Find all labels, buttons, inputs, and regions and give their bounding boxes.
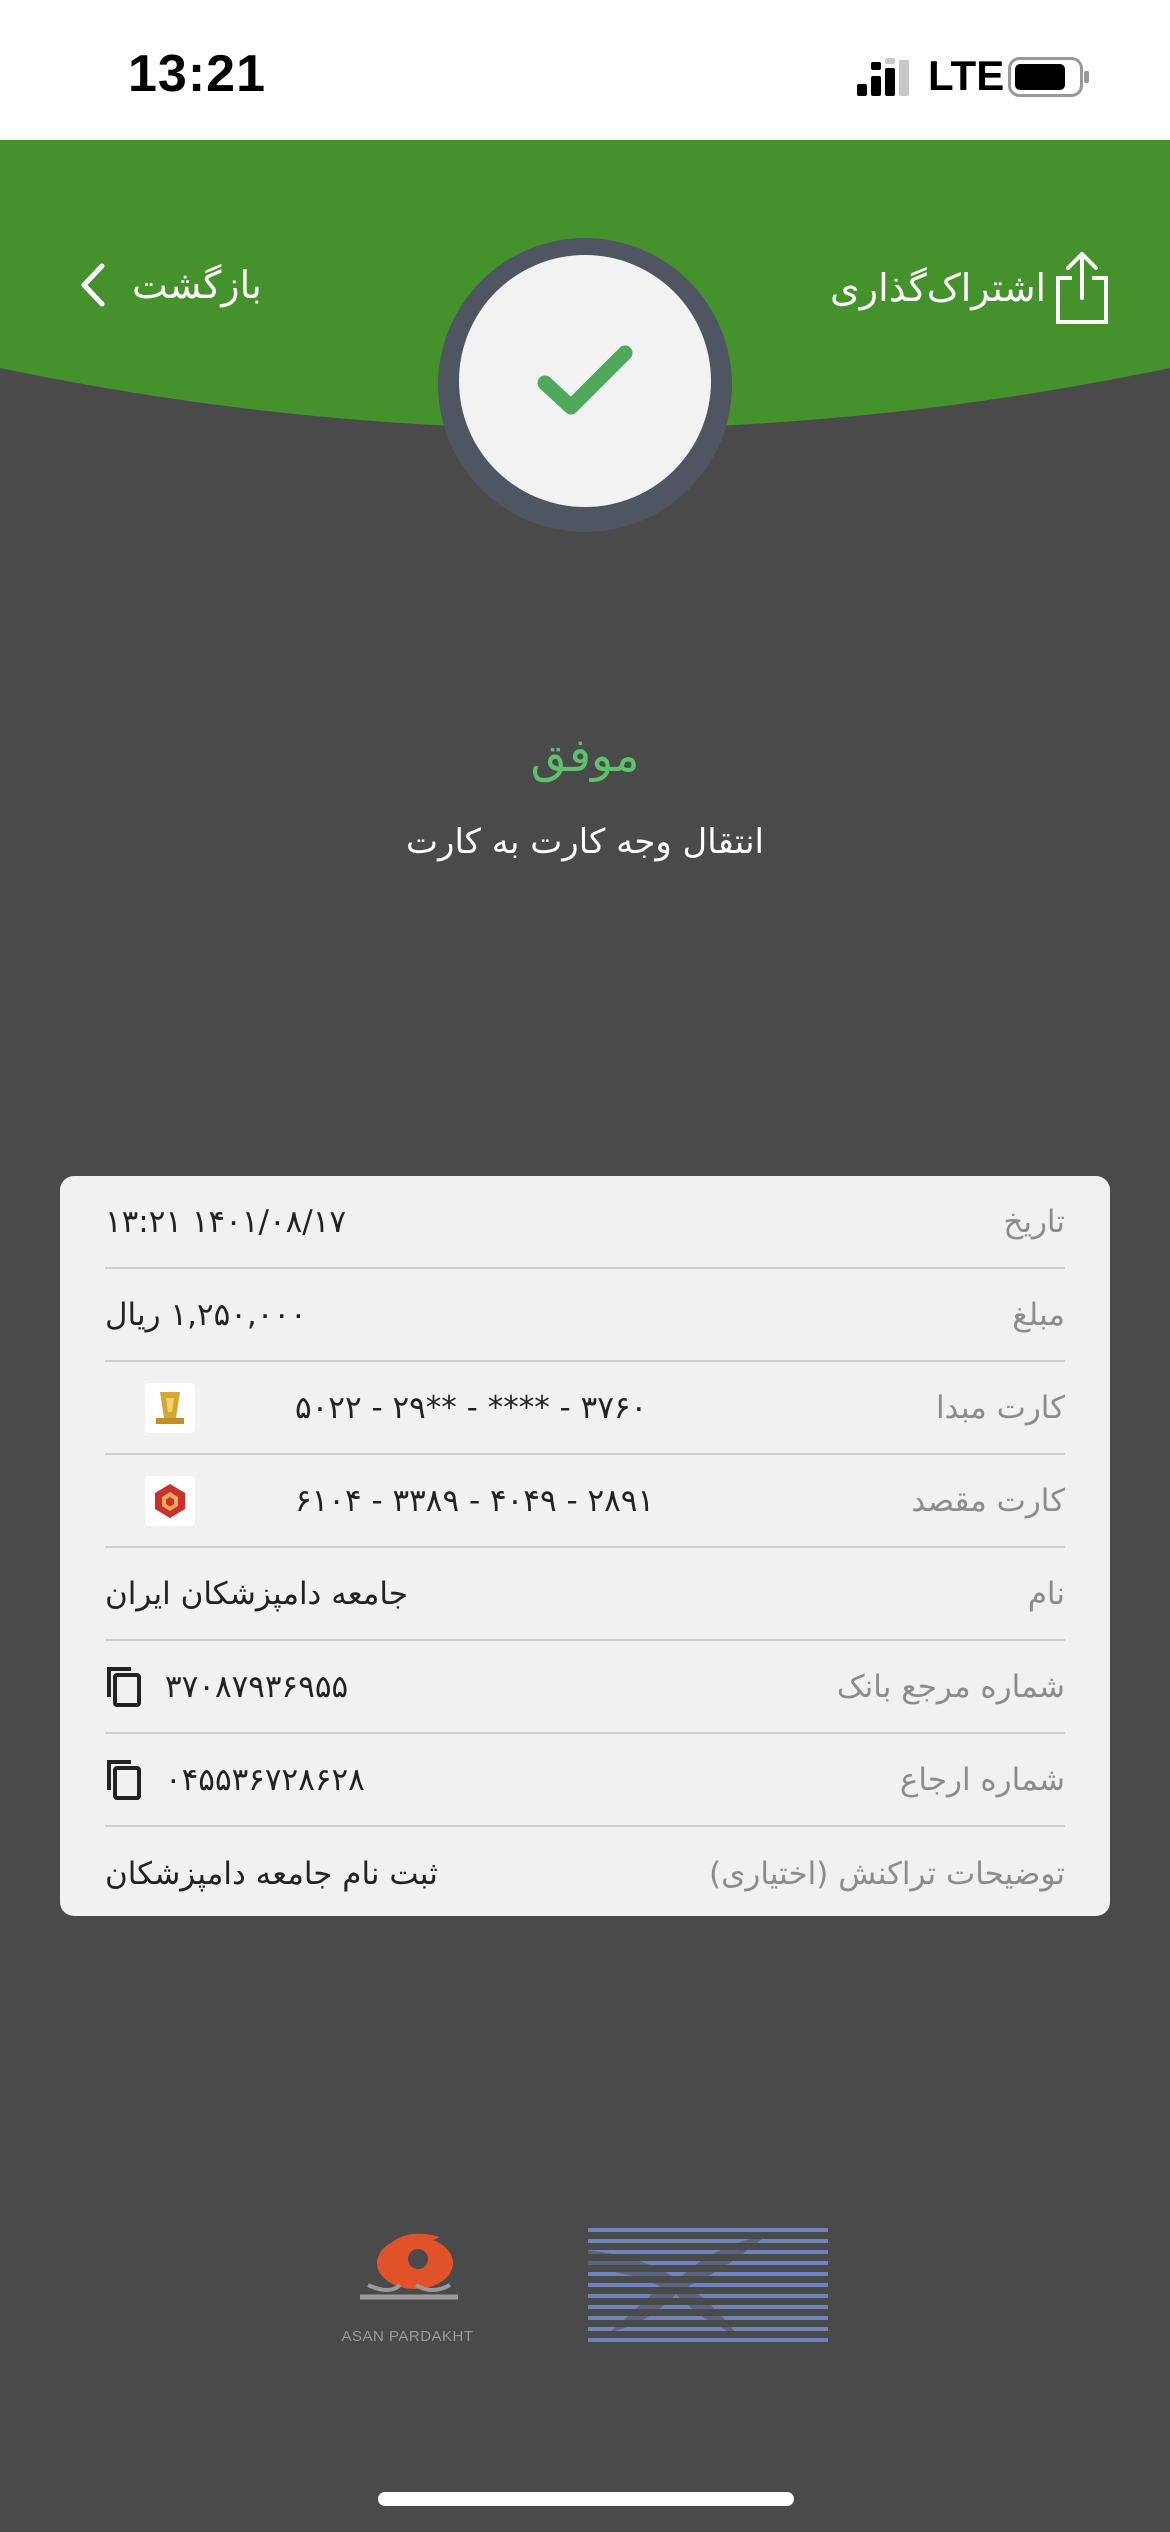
detail-row-amount: مبلغ ۱,۲۵۰,۰۰۰ ریال [105,1269,1065,1362]
asan-pardakht-logo-text: ASAN PARDAKHT [341,2328,474,2345]
detail-row-bank-reference: شماره مرجع بانک ۳۷۰۸۷۹۳۶۹۵۵ [105,1641,1065,1734]
destination-bank-logo-icon [145,1475,195,1526]
detail-value: ثبت نام جامعه دامپزشکان [105,1855,438,1892]
detail-label: مبلغ [1012,1296,1065,1333]
detail-label: توضیحات تراکنش (اختیاری) [708,1855,1065,1892]
cellular-signal-icon [857,58,909,96]
source-card-number: ۵۰۲۲ - ۲۹** - **** - ۳۷۶۰ [295,1389,648,1426]
source-bank-logo-icon [145,1382,195,1433]
detail-label: کارت مقصد [911,1482,1065,1519]
copy-icon[interactable] [105,1665,143,1709]
transaction-type: انتقال وجه کارت به کارت [406,822,764,862]
detail-row-referral-number: شماره ارجاع ۰۴۵۵۳۶۷۲۸۶۲۸ [105,1734,1065,1827]
detail-row-description: توضیحات تراکنش (اختیاری) ثبت نام جامعه د… [105,1827,1065,1920]
detail-value: ۱,۲۵۰,۰۰۰ ریال [105,1296,307,1333]
referral-number-value: ۰۴۵۵۳۶۷۲۸۶۲۸ [105,1758,365,1802]
detail-value: جامعه دامپزشکان ایران [105,1575,409,1612]
chevron-left-icon [81,263,105,307]
network-type: LTE [928,52,1005,99]
status-time: 13:21 [128,45,266,103]
destination-card-number: ۶۱۰۴ - ۳۳۸۹ - ۴۰۴۹ - ۲۸۹۱ [295,1482,655,1519]
detail-label: کارت مبدا [935,1389,1065,1426]
status-bar: 13:21 LTE [0,0,1170,140]
asan-pardakht-logo: ASAN PARDAKHT [340,2225,475,2355]
back-label: بازگشت [132,263,262,307]
share-icon [1056,251,1109,324]
detail-row-date: تاریخ ۱۴۰۱/۰۸/۱۷ ۱۳:۲۱ [105,1176,1065,1269]
shaparak-logo [588,2228,828,2342]
detail-label: تاریخ [1003,1203,1065,1240]
checkmark-icon [537,345,633,415]
transaction-status: موفق [530,728,640,782]
detail-row-destination-card: کارت مقصد ۶۱۰۴ - ۳۳۸۹ - ۴۰۴۹ - ۲۸۹۱ [105,1455,1065,1548]
share-button[interactable]: اشتراک‌گذاری [830,245,1110,330]
detail-label: شماره مرجع بانک [836,1668,1065,1705]
copy-icon[interactable] [105,1758,143,1802]
detail-row-name: نام جامعه دامپزشکان ایران [105,1548,1065,1641]
detail-value: ۱۴۰۱/۰۸/۱۷ ۱۳:۲۱ [105,1203,346,1240]
bank-reference-value: ۳۷۰۸۷۹۳۶۹۵۵ [105,1665,348,1709]
transaction-details-card: تاریخ ۱۴۰۱/۰۸/۱۷ ۱۳:۲۱ مبلغ ۱,۲۵۰,۰۰۰ ری… [60,1176,1110,1916]
detail-label: شماره ارجاع [899,1761,1065,1798]
detail-label: نام [1027,1575,1065,1612]
back-button[interactable]: بازگشت [78,250,262,320]
battery-icon [1008,57,1089,97]
detail-value: ۳۷۰۸۷۹۳۶۹۵۵ [165,1668,349,1705]
detail-row-source-card: کارت مبدا ۵۰۲۲ - ۲۹** - **** - ۳۷۶۰ [105,1362,1065,1455]
detail-value: ۰۴۵۵۳۶۷۲۸۶۲۸ [165,1761,365,1798]
share-label: اشتراک‌گذاری [830,265,1047,310]
success-badge [459,255,711,507]
home-indicator[interactable] [378,2492,794,2506]
